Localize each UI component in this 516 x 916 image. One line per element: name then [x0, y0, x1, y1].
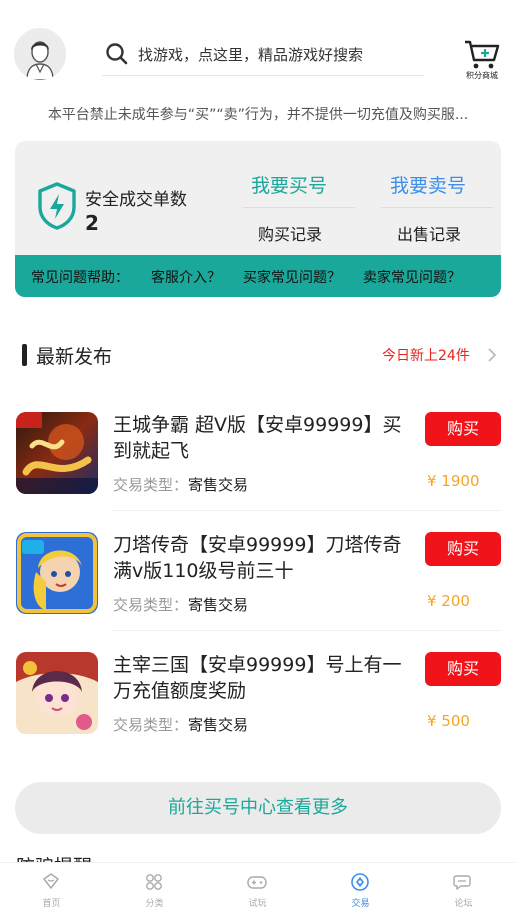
nav-tab-category[interactable]: 分类: [103, 863, 206, 916]
cart-icon: [465, 40, 500, 69]
listing-item[interactable]: 王城争霸 超V版【安卓99999】买到就起飞 交易类型：寄售交易 购买 ¥ 19…: [0, 412, 516, 532]
divider: [113, 630, 501, 631]
nav-label: 交易: [351, 899, 370, 909]
search-icon: [106, 43, 128, 65]
shield-icon: [38, 182, 76, 230]
nav-tab-forum[interactable]: 论坛: [412, 863, 515, 916]
nav-label: 首页: [42, 899, 61, 909]
nav-label: 试玩: [248, 899, 267, 909]
trade-type-label: 交易类型：: [113, 476, 189, 494]
listing-title: 主宰三国【安卓99999】号上有一万充值额度奖励: [113, 654, 402, 702]
trade-type-value: 寄售交易: [188, 476, 249, 494]
forum-icon: [453, 875, 471, 890]
faq-link-buyer[interactable]: 买家常见问题？: [243, 267, 341, 287]
listing-price: ¥ 1900: [427, 472, 480, 490]
faq-bar: 常见问题帮助： 客服介入？ 买家常见问题？ 卖家常见问题？: [15, 255, 501, 297]
buy-account-button[interactable]: 我要买号: [251, 171, 327, 198]
buy-button[interactable]: 购买: [425, 652, 501, 686]
game-icon-wangcheng: [16, 412, 98, 494]
points-shop-label: 积分商城: [466, 71, 498, 80]
chevron-right-icon[interactable]: [486, 347, 498, 363]
view-more-button[interactable]: 前往买号中心查看更多: [15, 782, 501, 834]
trade-type: 交易类型：寄售交易: [113, 594, 248, 615]
buy-button[interactable]: 购买: [425, 412, 501, 446]
trade-type-value: 寄售交易: [188, 596, 249, 614]
game-icon-daota: [16, 532, 98, 614]
divider: [113, 510, 501, 511]
search-bar[interactable]: 找游戏，点这里，精品游戏好搜索: [102, 34, 424, 76]
header: 找游戏，点这里，精品游戏好搜索 积分商城: [0, 0, 516, 96]
home-icon: [43, 873, 59, 889]
faq-link-seller[interactable]: 卖家常见问题？: [363, 267, 461, 287]
bottom-nav: 首页 分类 试玩 交易 论坛: [0, 862, 516, 916]
game-icon-zhuzai: [16, 652, 98, 734]
game-thumbnail: [16, 532, 98, 614]
trade-type-value: 寄售交易: [188, 716, 249, 734]
trade-type-label: 交易类型：: [113, 596, 189, 614]
gamepad-icon: [247, 876, 267, 889]
faq-label: 常见问题帮助：: [31, 270, 129, 286]
listing-price: ¥ 500: [427, 712, 470, 730]
buy-button[interactable]: 购买: [425, 532, 501, 566]
trade-type: 交易类型：寄售交易: [113, 474, 248, 495]
divider: [243, 207, 355, 208]
trade-type-label: 交易类型：: [113, 716, 189, 734]
game-thumbnail: [16, 412, 98, 494]
listing-title: 王城争霸 超V版【安卓99999】买到就起飞: [113, 414, 402, 462]
listing-title: 刀塔传奇【安卓99999】刀塔传奇满v版110级号前三十: [113, 534, 402, 582]
purchase-records-link[interactable]: 购买记录: [258, 221, 322, 245]
underage-notice: 本平台禁止未成年参与“买”“卖”行为，并不提供一切充值及购买服...: [47, 107, 469, 123]
today-new-link[interactable]: 今日新上24件: [382, 345, 470, 365]
trade-type: 交易类型：寄售交易: [113, 714, 248, 735]
section-marker: [22, 344, 27, 366]
trade-icon: [351, 873, 369, 891]
section-title: 最新发布: [36, 346, 113, 368]
nav-label: 论坛: [454, 899, 473, 909]
nav-tab-home[interactable]: 首页: [0, 863, 103, 916]
nav-tab-trial[interactable]: 试玩: [206, 863, 309, 916]
faq-link-support[interactable]: 客服介入？: [151, 267, 221, 287]
search-placeholder: 找游戏，点这里，精品游戏好搜索: [138, 46, 364, 64]
divider: [381, 207, 493, 208]
points-shop-button[interactable]: 积分商城: [458, 36, 506, 82]
trade-card: 安全成交单数 2 我要买号 我要卖号 购买记录 出售记录 常见问题帮助： 客服介…: [15, 141, 501, 297]
nav-tab-trade[interactable]: 交易: [309, 863, 412, 916]
user-avatar[interactable]: [14, 28, 66, 80]
category-icon: [146, 874, 162, 890]
sale-records-link[interactable]: 出售记录: [397, 221, 461, 245]
listing-price: ¥ 200: [427, 592, 470, 610]
listing-item[interactable]: 刀塔传奇【安卓99999】刀塔传奇满v版110级号前三十 交易类型：寄售交易 购…: [0, 532, 516, 652]
listing-item[interactable]: 主宰三国【安卓99999】号上有一万充值额度奖励 交易类型：寄售交易 购买 ¥ …: [0, 652, 516, 772]
safe-deals-count: 2: [85, 211, 99, 235]
game-thumbnail: [16, 652, 98, 734]
safe-deals-label: 安全成交单数: [85, 190, 187, 210]
nav-label: 分类: [145, 899, 164, 909]
sell-account-button[interactable]: 我要卖号: [390, 171, 466, 198]
avatar-icon: [14, 28, 66, 80]
